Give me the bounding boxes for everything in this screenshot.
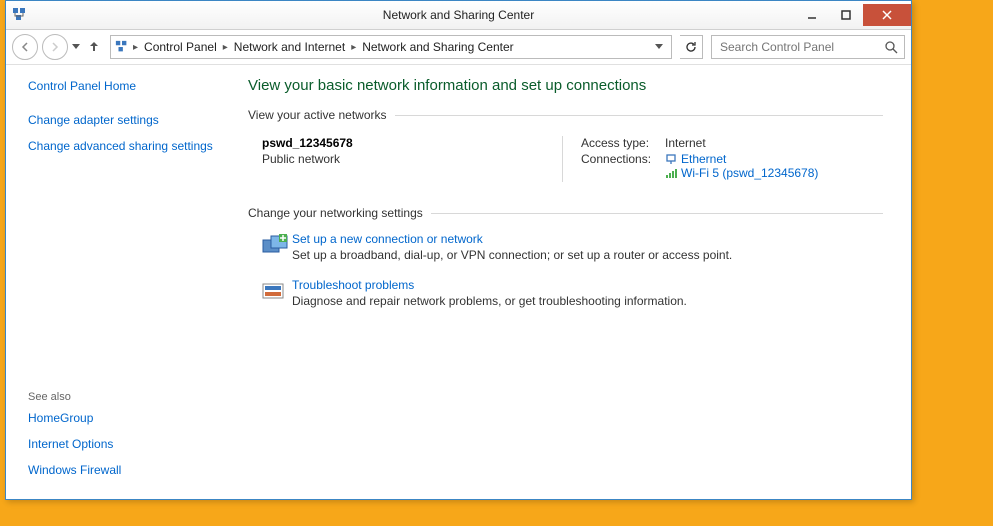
close-button[interactable] — [863, 4, 911, 26]
change-settings-header: Change your networking settings — [248, 206, 883, 220]
maximize-button[interactable] — [829, 4, 863, 26]
toolbar: ▸ Control Panel ▸ Network and Internet ▸… — [6, 30, 911, 65]
setup-connection-desc: Set up a broadband, dial-up, or VPN conn… — [292, 248, 732, 262]
troubleshoot-link[interactable]: Troubleshoot problems — [292, 278, 414, 292]
chevron-right-icon[interactable]: ▸ — [349, 42, 358, 53]
sidebar-link-adapter[interactable]: Change adapter settings — [28, 113, 228, 127]
chevron-right-icon[interactable]: ▸ — [221, 42, 230, 53]
network-name: pswd_12345678 — [262, 136, 353, 150]
task-troubleshoot: Troubleshoot problems Diagnose and repai… — [248, 272, 883, 318]
chevron-right-icon[interactable]: ▸ — [131, 42, 140, 53]
refresh-button[interactable] — [680, 35, 703, 59]
active-network-row: pswd_12345678 Public network Access type… — [248, 128, 883, 202]
active-networks-header: View your active networks — [248, 108, 883, 122]
main-panel: View your basic network information and … — [238, 65, 911, 499]
forward-button[interactable] — [42, 34, 68, 60]
setup-connection-icon — [258, 232, 292, 262]
search-input[interactable] — [718, 39, 885, 55]
up-button[interactable] — [86, 39, 102, 55]
titlebar: Network and Sharing Center — [6, 1, 911, 30]
see-also-label: See also — [28, 391, 228, 403]
breadcrumb-seg1[interactable]: Control Panel — [142, 40, 219, 54]
search-icon[interactable] — [885, 41, 898, 54]
network-folder-icon — [115, 40, 129, 54]
network-details: Access type: Internet Connections: Ether… — [562, 136, 883, 182]
access-type-label: Access type: — [581, 136, 665, 150]
wifi-bars-icon — [665, 167, 677, 179]
access-type-value: Internet — [665, 136, 706, 150]
breadcrumb-seg2[interactable]: Network and Internet — [232, 40, 347, 54]
body: Control Panel Home Change adapter settin… — [6, 65, 911, 499]
address-dropdown-icon[interactable] — [651, 44, 667, 50]
ethernet-link[interactable]: Ethernet — [681, 152, 726, 166]
network-icon — [12, 7, 28, 23]
page-heading: View your basic network information and … — [248, 77, 883, 94]
window-title: Network and Sharing Center — [383, 8, 534, 22]
back-button[interactable] — [12, 34, 38, 60]
troubleshoot-desc: Diagnose and repair network problems, or… — [292, 294, 687, 308]
connections-label: Connections: — [581, 152, 665, 180]
network-identity: pswd_12345678 Public network — [262, 136, 562, 182]
history-dropdown[interactable] — [72, 44, 82, 50]
window-buttons — [795, 4, 911, 26]
sidebar-link-home[interactable]: Control Panel Home — [28, 79, 228, 93]
sidebar-link-sharing[interactable]: Change advanced sharing settings — [28, 139, 228, 155]
troubleshoot-icon — [258, 278, 292, 308]
sidebar: Control Panel Home Change adapter settin… — [6, 65, 238, 499]
ethernet-icon — [665, 153, 677, 165]
breadcrumb-seg3[interactable]: Network and Sharing Center — [360, 40, 515, 54]
minimize-button[interactable] — [795, 4, 829, 26]
wifi-link[interactable]: Wi-Fi 5 (pswd_12345678) — [681, 166, 818, 180]
network-type: Public network — [262, 152, 562, 166]
sidebar-link-internet-options[interactable]: Internet Options — [28, 437, 228, 451]
task-setup-connection: Set up a new connection or network Set u… — [248, 226, 883, 272]
search-box[interactable] — [711, 35, 905, 59]
sidebar-link-firewall[interactable]: Windows Firewall — [28, 463, 228, 477]
address-bar[interactable]: ▸ Control Panel ▸ Network and Internet ▸… — [110, 35, 672, 59]
setup-connection-link[interactable]: Set up a new connection or network — [292, 232, 483, 246]
sidebar-link-homegroup[interactable]: HomeGroup — [28, 411, 228, 425]
control-panel-window: Network and Sharing Center — [5, 0, 912, 500]
